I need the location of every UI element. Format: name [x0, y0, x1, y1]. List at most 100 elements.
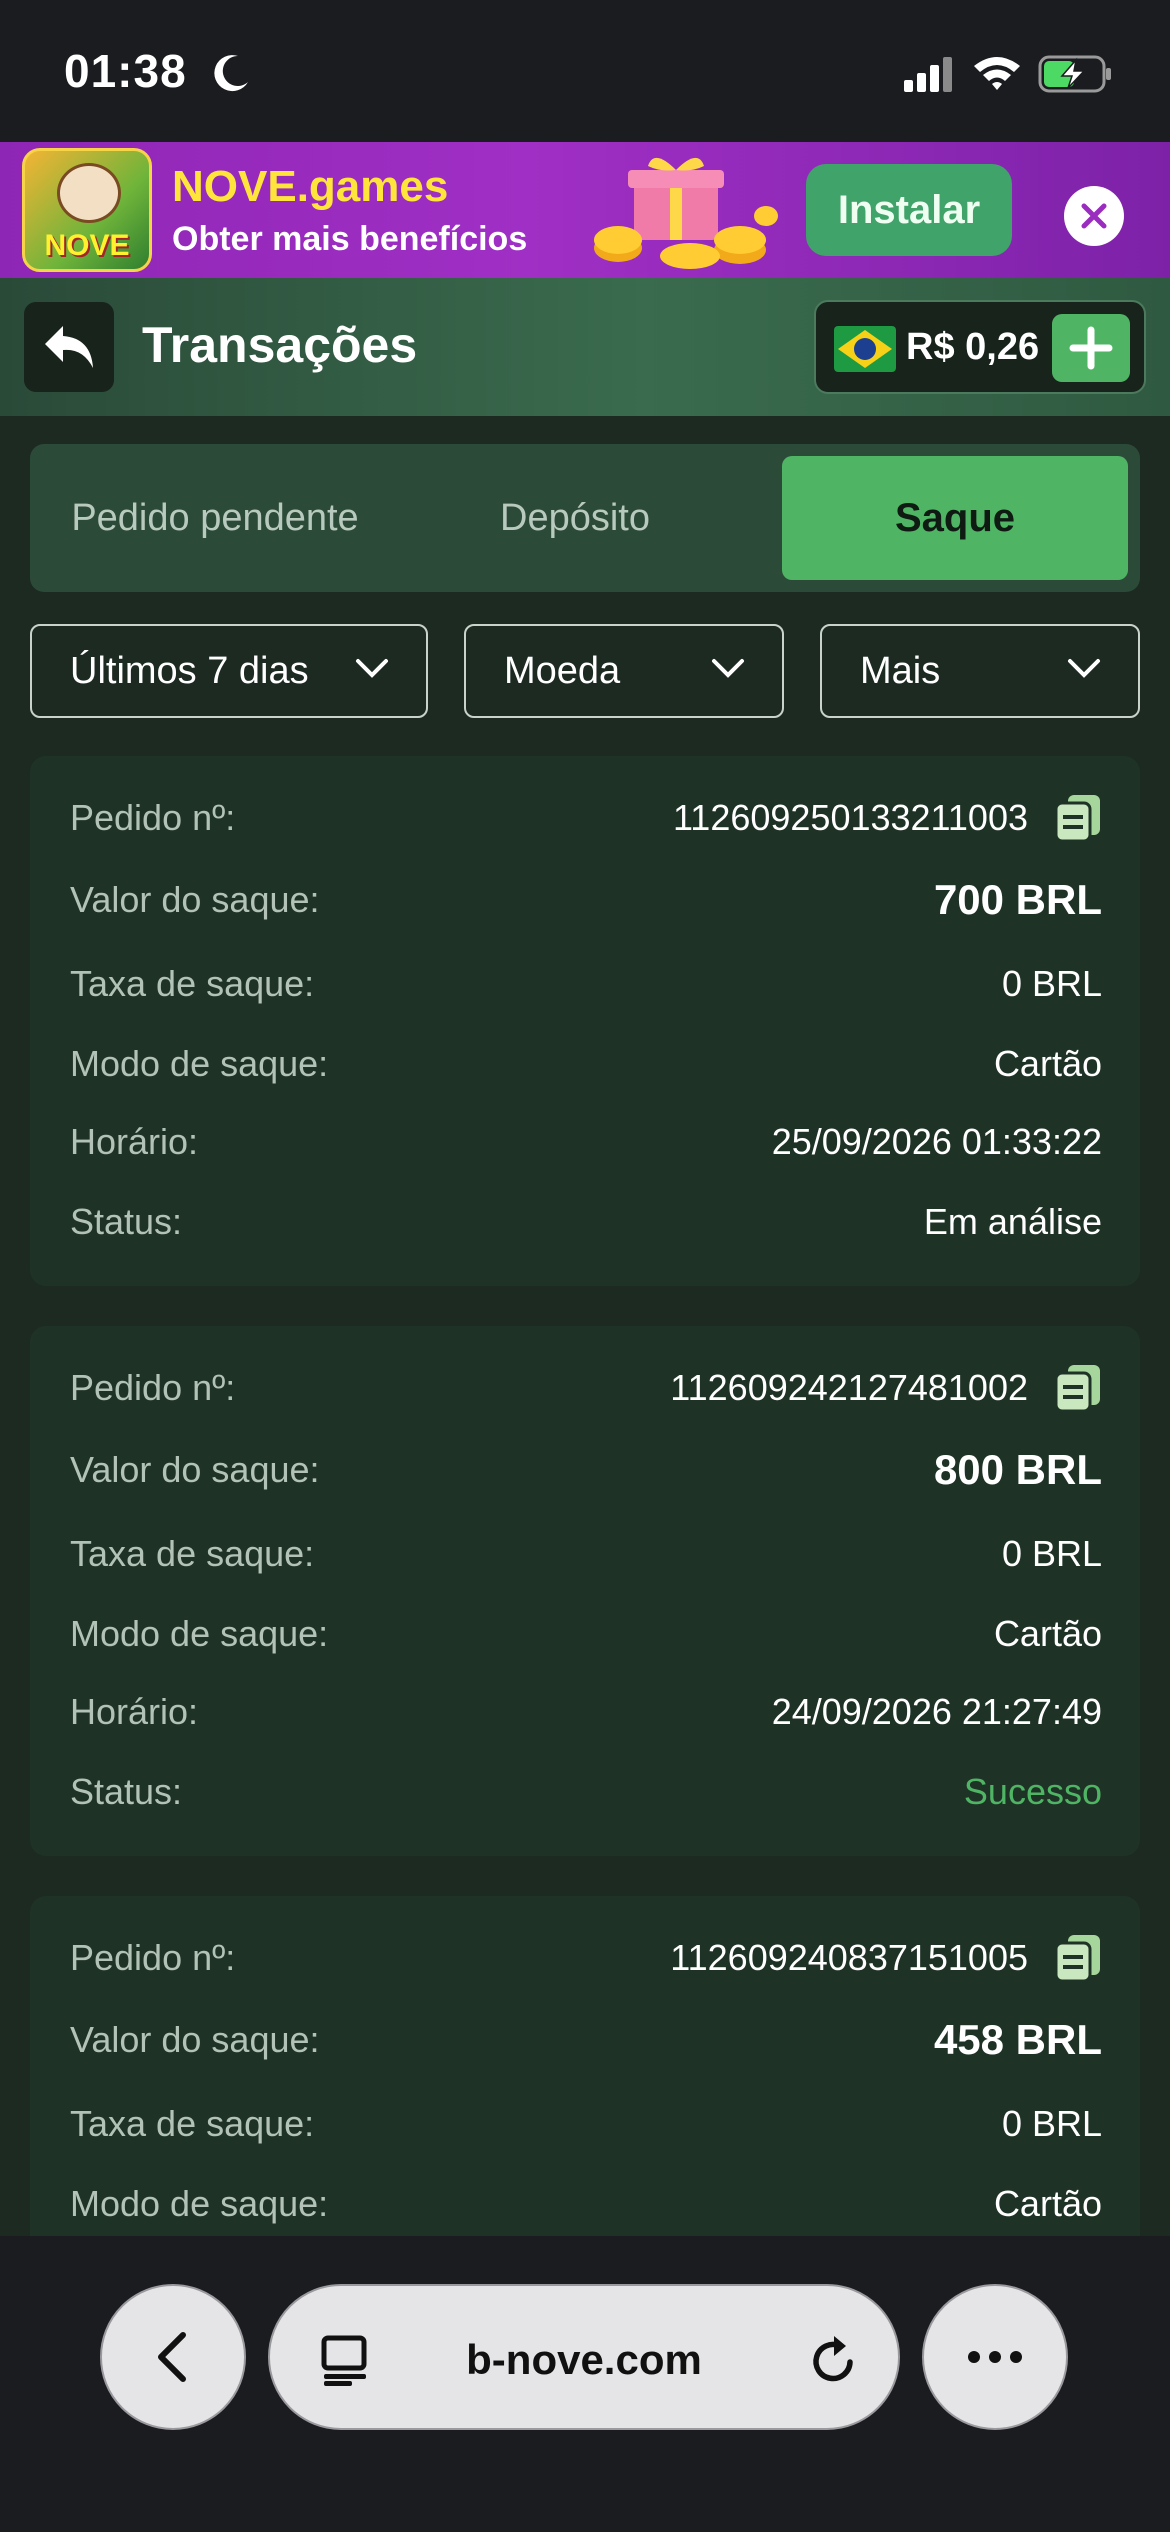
withdrawal-mode: Cartão	[993, 2183, 1102, 2224]
mode-row: Modo de saque: Cartão	[70, 1036, 1102, 1092]
status-label: Status:	[70, 1201, 183, 1242]
chevron-down-icon	[356, 659, 388, 678]
tab-deposit[interactable]: Depósito	[400, 456, 750, 580]
copy-icon[interactable]	[1054, 1933, 1102, 1983]
promo-subtitle: Obter mais benefícios	[172, 220, 528, 258]
date-range-label: Últimos 7 dias	[70, 649, 309, 692]
mode-label: Modo de saque:	[70, 1613, 329, 1654]
promo-title: NOVE.games	[172, 162, 449, 211]
status-value: Em análise	[923, 1201, 1102, 1242]
amount-row: Valor do saque: 458 BRL	[70, 2012, 1102, 2068]
gift-coins-icon	[594, 157, 778, 269]
amount-label: Valor do saque:	[70, 1449, 320, 1490]
url-text: b-nove.com	[466, 2336, 702, 2383]
fee-label: Taxa de saque:	[70, 963, 315, 1004]
mode-label: Modo de saque:	[70, 2183, 329, 2224]
copy-icon[interactable]	[1054, 1363, 1102, 1413]
back-arrow-icon	[45, 326, 93, 368]
tab-withdrawal[interactable]: Saque	[782, 456, 1128, 580]
browser-toolbar: b-nove.com	[0, 2236, 1170, 2532]
status-label: Status:	[70, 1771, 183, 1812]
withdrawal-mode: Cartão	[993, 1043, 1102, 1084]
amount-row: Valor do saque: 700 BRL	[70, 872, 1102, 928]
mode-row: Modo de saque: Cartão	[70, 1606, 1102, 1662]
transaction-card: Pedido nº: 112609240837151005 Valor do s…	[30, 1896, 1140, 2236]
status-value: Sucesso	[963, 1771, 1102, 1812]
status-row: Status: Sucesso	[70, 1764, 1102, 1820]
withdrawal-time: 25/09/2026 01:33:22	[771, 1121, 1102, 1162]
install-button[interactable]: Instalar	[806, 164, 1012, 256]
deposit-plus-button[interactable]	[1052, 314, 1130, 382]
amount-label: Valor do saque:	[70, 2019, 320, 2060]
fee-row: Taxa de saque: 0 BRL	[70, 2096, 1102, 2152]
currency-label: Moeda	[504, 649, 621, 692]
transaction-tabs: Pedido pendente Depósito Saque	[30, 444, 1140, 592]
page-title: Transações	[142, 317, 418, 373]
plus-icon	[1069, 326, 1113, 370]
status-bar: 01:38	[0, 0, 1170, 142]
reload-icon[interactable]	[810, 2332, 860, 2386]
more-filter[interactable]: Mais	[820, 624, 1140, 718]
fee-label: Taxa de saque:	[70, 2103, 315, 2144]
cellular-signal-icon	[904, 57, 952, 92]
more-options-button[interactable]	[922, 2284, 1068, 2430]
order-number: 112609240837151005	[670, 1937, 1028, 1978]
order-row: Pedido nº: 112609240837151005	[70, 1930, 1102, 1986]
withdrawal-amount: 458 BRL	[933, 2016, 1102, 2063]
date-range-filter[interactable]: Últimos 7 dias	[30, 624, 428, 718]
close-banner-button[interactable]	[1064, 186, 1124, 246]
app-logo-text: NOVE	[44, 229, 130, 262]
install-promo-banner: NOVE NOVE.games Obter mais benefícios In…	[0, 142, 1170, 278]
time-label: Horário:	[70, 1121, 199, 1162]
withdrawal-amount: 700 BRL	[933, 876, 1102, 923]
chevron-down-icon	[1068, 659, 1100, 678]
fee-row: Taxa de saque: 0 BRL	[70, 956, 1102, 1012]
time-label: Horário:	[70, 1691, 199, 1732]
order-row: Pedido nº: 112609242127481002	[70, 1360, 1102, 1416]
order-label: Pedido nº:	[70, 797, 236, 838]
order-label: Pedido nº:	[70, 1367, 236, 1408]
status-time: 01:38	[64, 45, 187, 97]
moon-icon	[214, 55, 248, 92]
withdrawal-fee: 0 BRL	[1001, 963, 1102, 1004]
order-label: Pedido nº:	[70, 1937, 236, 1978]
withdrawal-mode: Cartão	[993, 1613, 1102, 1654]
transaction-card: Pedido nº: 112609250133211003 Valor do s…	[30, 756, 1140, 1286]
mascot-image	[57, 163, 121, 223]
amount-row: Valor do saque: 800 BRL	[70, 1442, 1102, 1498]
withdrawal-fee: 0 BRL	[1001, 2103, 1102, 2144]
mode-label: Modo de saque:	[70, 1043, 329, 1084]
brazil-flag-icon	[834, 326, 896, 372]
withdrawal-time: 24/09/2026 21:27:49	[771, 1691, 1102, 1732]
withdrawal-fee: 0 BRL	[1001, 1533, 1102, 1574]
close-icon	[1081, 203, 1107, 229]
withdrawal-amount: 800 BRL	[933, 1446, 1102, 1493]
battery-charging-icon	[1038, 55, 1111, 93]
chevron-down-icon	[712, 659, 744, 678]
currency-filter[interactable]: Moeda	[464, 624, 784, 718]
time-row: Horário: 25/09/2026 01:33:22	[70, 1114, 1102, 1170]
order-number: 112609242127481002	[670, 1367, 1028, 1408]
more-label: Mais	[860, 649, 941, 692]
address-bar[interactable]: b-nove.com	[268, 2284, 900, 2430]
tab-pending-orders[interactable]: Pedido pendente	[30, 456, 400, 580]
balance-amount: R$ 0,26	[906, 326, 1040, 368]
app-logo: NOVE	[22, 148, 152, 272]
order-row: Pedido nº: 112609250133211003	[70, 790, 1102, 846]
copy-icon[interactable]	[1054, 793, 1102, 843]
browser-back-button[interactable]	[100, 2284, 246, 2430]
mode-row: Modo de saque: Cartão	[70, 2176, 1102, 2232]
time-row: Horário: 24/09/2026 21:27:49	[70, 1684, 1102, 1740]
ellipsis-icon	[968, 2351, 1022, 2363]
back-button[interactable]	[24, 302, 114, 392]
transaction-card: Pedido nº: 112609242127481002 Valor do s…	[30, 1326, 1140, 1856]
order-number: 112609250133211003	[672, 797, 1028, 838]
wifi-icon	[974, 57, 1020, 90]
fee-row: Taxa de saque: 0 BRL	[70, 1526, 1102, 1582]
page-header: Transações R$ 0,26	[0, 278, 1170, 416]
fee-label: Taxa de saque:	[70, 1533, 315, 1574]
amount-label: Valor do saque:	[70, 879, 320, 920]
balance-widget: R$ 0,26	[814, 300, 1146, 394]
status-row: Status: Em análise	[70, 1194, 1102, 1250]
chevron-left-icon	[158, 2332, 186, 2382]
